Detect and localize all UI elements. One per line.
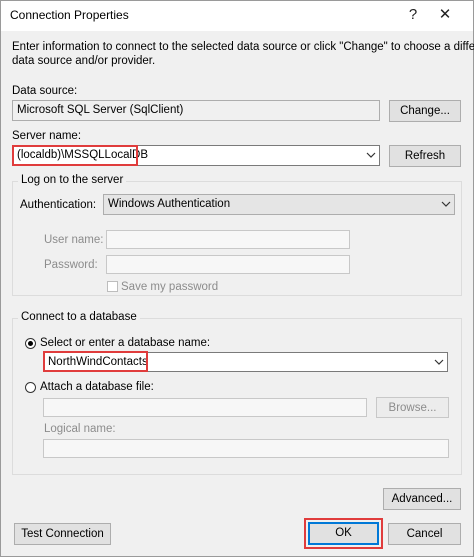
intro-text-line1: Enter information to connect to the sele… — [12, 41, 474, 53]
authentication-value: Windows Authentication — [108, 198, 231, 210]
authentication-select[interactable]: Windows Authentication — [103, 194, 455, 215]
server-name-highlight — [12, 145, 138, 166]
attach-file-label: Attach a database file: — [40, 381, 154, 393]
password-label: Password: — [44, 259, 98, 271]
username-label: User name: — [44, 234, 104, 246]
title-bar: Connection Properties ? ✕ — [1, 1, 473, 31]
test-connection-button[interactable]: Test Connection — [14, 523, 111, 545]
server-name-label: Server name: — [12, 130, 82, 142]
close-icon: ✕ — [438, 6, 452, 23]
username-input[interactable] — [106, 230, 350, 249]
select-database-radio[interactable] — [25, 338, 36, 349]
data-source-label: Data source: — [12, 85, 78, 97]
logical-name-label: Logical name: — [44, 423, 116, 435]
cancel-button[interactable]: Cancel — [388, 523, 461, 545]
connection-properties-dialog: Connection Properties ? ✕ Enter informat… — [0, 0, 474, 557]
save-password-label: Save my password — [121, 281, 219, 293]
save-password-checkbox[interactable] — [107, 281, 118, 292]
data-source-value: Microsoft SQL Server (SqlClient) — [17, 104, 184, 116]
database-name-highlight — [43, 351, 148, 372]
chevron-down-icon[interactable] — [366, 150, 376, 160]
password-input[interactable] — [106, 255, 350, 274]
chevron-down-icon[interactable] — [434, 357, 444, 367]
browse-button[interactable]: Browse... — [376, 397, 449, 418]
help-icon: ? — [408, 6, 418, 23]
intro-text-line2: data source and/or provider. — [12, 55, 156, 67]
change-button[interactable]: Change... — [389, 100, 461, 122]
refresh-button[interactable]: Refresh — [389, 145, 461, 167]
ok-button[interactable]: OK — [308, 522, 379, 545]
data-source-field: Microsoft SQL Server (SqlClient) — [12, 100, 380, 121]
logon-group-legend: Log on to the server — [18, 174, 127, 186]
authentication-label: Authentication: — [20, 199, 97, 211]
attach-file-radio[interactable] — [25, 382, 36, 393]
logical-name-input[interactable] — [43, 439, 449, 458]
database-group-legend: Connect to a database — [18, 311, 140, 323]
advanced-button[interactable]: Advanced... — [383, 488, 461, 510]
attach-file-input[interactable] — [43, 398, 367, 417]
close-button[interactable]: ✕ — [432, 3, 458, 27]
select-database-label: Select or enter a database name: — [40, 337, 211, 349]
help-button[interactable]: ? — [400, 3, 426, 27]
chevron-down-icon[interactable] — [441, 199, 451, 209]
dialog-title: Connection Properties — [10, 8, 129, 22]
